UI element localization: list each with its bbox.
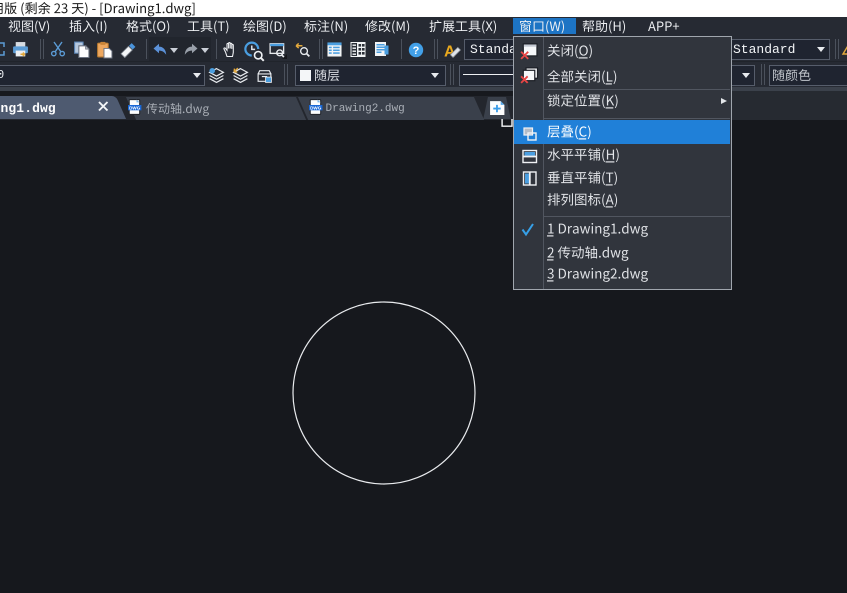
- svg-text:DWG: DWG: [129, 105, 141, 110]
- svg-text:DWG: DWG: [310, 105, 322, 110]
- svg-text:?: ?: [412, 45, 419, 57]
